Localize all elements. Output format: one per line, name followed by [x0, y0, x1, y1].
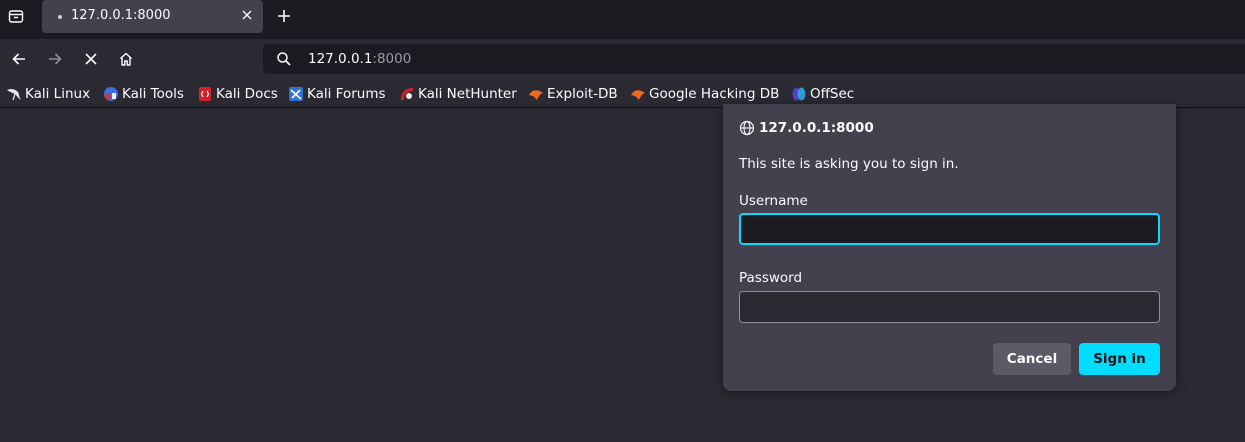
- bookmark-label: Kali Forums: [307, 86, 386, 102]
- kali-forums-icon: [288, 86, 304, 102]
- loading-dot-icon: [58, 15, 62, 19]
- search-icon: [277, 52, 291, 66]
- close-tab-button[interactable]: [240, 8, 254, 22]
- navigation-toolbar: 127.0.0.1:8000: [0, 39, 1245, 80]
- bookmark-label: OffSec: [810, 86, 855, 102]
- stop-x-icon: [85, 53, 97, 65]
- url-host: 127.0.0.1: [308, 51, 373, 67]
- dialog-origin: 127.0.0.1:8000: [739, 120, 874, 136]
- ghdb-icon: [630, 86, 646, 102]
- kali-dragon-icon: [6, 86, 22, 102]
- bookmark-kali-linux[interactable]: Kali Linux: [6, 85, 90, 103]
- cancel-button[interactable]: Cancel: [993, 343, 1071, 375]
- bookmark-kali-docs[interactable]: Kali Docs: [197, 85, 278, 103]
- forward-arrow-icon: [49, 53, 62, 65]
- bookmark-offsec[interactable]: OffSec: [791, 85, 854, 103]
- url-bar[interactable]: 127.0.0.1:8000: [263, 44, 1245, 74]
- bookmark-label: Kali Linux: [25, 86, 91, 102]
- bookmark-kali-tools[interactable]: Kali Tools: [103, 85, 184, 103]
- tab-list-button[interactable]: [4, 4, 28, 28]
- sign-in-button[interactable]: Sign in: [1079, 343, 1160, 375]
- home-button[interactable]: [117, 50, 135, 68]
- auth-dialog: 127.0.0.1:8000 This site is asking you t…: [723, 104, 1176, 391]
- bookmark-label: Kali Docs: [216, 86, 278, 102]
- close-icon: [242, 10, 252, 20]
- password-input[interactable]: [739, 291, 1160, 323]
- url-port: :8000: [372, 51, 412, 67]
- bookmark-google-hacking-db[interactable]: Google Hacking DB: [630, 85, 779, 103]
- dialog-origin-text: 127.0.0.1:8000: [759, 120, 874, 136]
- tab-active[interactable]: 127.0.0.1:8000: [42, 0, 263, 33]
- bookmark-label: Google Hacking DB: [649, 86, 780, 102]
- bookmark-label: Exploit-DB: [547, 86, 618, 102]
- offsec-icon: [791, 86, 807, 102]
- username-input[interactable]: [739, 213, 1160, 245]
- username-label: Username: [739, 193, 808, 209]
- tab-title: 127.0.0.1:8000: [71, 8, 171, 23]
- bookmark-kali-forums[interactable]: Kali Forums: [288, 85, 386, 103]
- kali-tools-icon: [103, 86, 119, 102]
- tab-strip: 127.0.0.1:8000: [0, 0, 1245, 39]
- stop-button[interactable]: [82, 50, 100, 68]
- globe-icon: [739, 120, 755, 136]
- bookmark-exploit-db[interactable]: Exploit-DB: [528, 85, 618, 103]
- back-button[interactable]: [10, 50, 28, 68]
- plus-icon: [278, 10, 290, 22]
- new-tab-button[interactable]: [276, 8, 292, 24]
- url-text: 127.0.0.1:8000: [308, 51, 411, 67]
- dialog-message: This site is asking you to sign in.: [739, 156, 959, 172]
- bookmark-label: Kali NetHunter: [418, 86, 517, 102]
- home-icon: [120, 52, 132, 66]
- kali-nethunter-icon: [399, 86, 415, 102]
- forward-button[interactable]: [46, 50, 64, 68]
- tab-list-icon: [8, 10, 24, 23]
- kali-docs-icon: [197, 86, 213, 102]
- password-label: Password: [739, 270, 803, 286]
- back-arrow-icon: [12, 53, 25, 65]
- exploit-db-icon: [528, 86, 544, 102]
- bookmark-kali-nethunter[interactable]: Kali NetHunter: [399, 85, 517, 103]
- bookmark-label: Kali Tools: [122, 86, 184, 102]
